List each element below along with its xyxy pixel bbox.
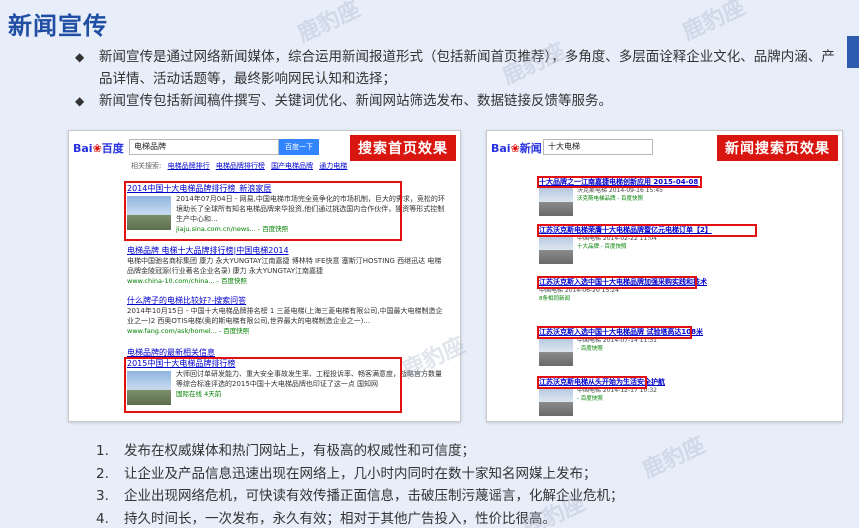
news-thumbnail xyxy=(539,338,573,366)
news-thumbnail xyxy=(539,236,573,264)
news-url[interactable]: 8条相同新闻 xyxy=(539,295,759,303)
search-result: 什么牌子的电梯比较好?-搜索问答 2014年10月15日 - 中国十大电梯品牌排… xyxy=(127,295,447,336)
page-title: 新闻宣传 xyxy=(8,12,108,40)
highlight-box xyxy=(537,376,647,389)
related-link[interactable]: 通力电梯 xyxy=(319,162,347,170)
bullet-text: 新闻宣传包括新闻稿件撰写、关键词优化、新闻网站筛选发布、数据链接反馈等服务。 xyxy=(99,93,612,109)
search-result: 电梯品牌 电梯十大品牌排行榜|中国电梯2014 电梯中国驰名商标集团 康力 永大… xyxy=(127,245,447,286)
search-input[interactable]: 电梯品牌 xyxy=(129,139,279,155)
search-button[interactable]: 百度一下 xyxy=(279,139,319,155)
watermark: 鹿豹座 xyxy=(293,0,365,48)
diamond-bullet-icon: ◆ xyxy=(75,50,85,64)
paw-icon: ❀ xyxy=(92,142,102,155)
highlight-box xyxy=(537,326,692,339)
highlight-box xyxy=(537,224,757,237)
effect-label: 新闻搜索页效果 xyxy=(717,135,838,161)
diamond-bullet-icon: ◆ xyxy=(75,94,85,108)
bullet-item: ◆ 新闻宣传是通过网络新闻媒体，综合运用新闻报道形式（包括新闻首页推荐），多角度… xyxy=(75,46,845,90)
result-url[interactable]: www.china-10.com/china... - 百度快照 xyxy=(127,276,447,286)
highlight-box xyxy=(537,176,702,188)
related-link[interactable]: 电梯品牌排行榜 xyxy=(216,162,265,170)
bullet-item: ◆ 新闻宣传包括新闻稿件撰写、关键词优化、新闻网站筛选发布、数据链接反馈等服务。 xyxy=(75,90,845,112)
highlight-box xyxy=(124,181,402,241)
result-url[interactable]: www.fang.com/ask/homel... - 百度快照 xyxy=(127,326,447,336)
list-item: 3. 企业出现网络危机，可快读有效传播正面信息，击破压制污蔑谣言，化解企业危机； xyxy=(96,488,624,504)
paw-icon: ❀ xyxy=(510,142,520,155)
result-title-link[interactable]: 什么牌子的电梯比较好?-搜索问答 xyxy=(127,295,447,306)
related-searches: 相关搜索: 电梯品牌排行 电梯品牌排行榜 国产电梯品牌 通力电梯 xyxy=(131,162,348,170)
result-title-link[interactable]: 电梯品牌 电梯十大品牌排行榜|中国电梯2014 xyxy=(127,245,447,256)
bullet-text: 新闻宣传是通过网络新闻媒体，综合运用新闻报道形式（包括新闻首页推荐），多角度、多… xyxy=(99,49,835,87)
list-item: 2. 让企业及产品信息迅速出现在网络上，几小时内同时在数十家知名网媒上发布； xyxy=(96,465,597,482)
watermark: 鹿豹座 xyxy=(678,0,750,46)
corner-accent xyxy=(847,36,859,68)
highlight-box xyxy=(537,276,697,289)
highlight-box xyxy=(124,357,402,413)
result-snippet: 2014年10月15日 - 中国十大电梯品牌排名榜 1 三菱电梯(上海三菱电梯有… xyxy=(127,307,443,325)
list-item: 4. 持久时间长，一次发布，永久有效；相对于其他广告投入，性价比很高。 xyxy=(96,510,556,527)
news-thumbnail xyxy=(539,188,573,216)
related-link[interactable]: 国产电梯品牌 xyxy=(271,162,313,170)
list-item: 1. 发布在权威媒体和热门网站上，有极高的权威性和可信度； xyxy=(96,443,475,459)
related-link[interactable]: 电梯品牌排行 xyxy=(168,162,210,170)
baidu-news-logo: Bai❀新闻 xyxy=(491,142,542,155)
benefits-list: 1. 发布在权威媒体和热门网站上，有极高的权威性和可信度； 2. 让企业及产品信息迅… xyxy=(96,440,816,528)
effect-label: 搜索首页效果 xyxy=(350,135,456,161)
intro-bullets: ◆ 新闻宣传是通过网络新闻媒体，综合运用新闻报道形式（包括新闻首页推荐），多角度… xyxy=(75,46,845,112)
news-thumbnail xyxy=(539,388,573,416)
baidu-search-screenshot: Bai❀百度 电梯品牌 百度一下 搜索首页效果 相关搜索: 电梯品牌排行 电梯品… xyxy=(68,130,461,422)
baidu-news-screenshot: Bai❀新闻 十大电梯 新闻搜索页效果 十大品牌之一江南嘉捷电梯创新应用 201… xyxy=(486,130,843,422)
news-search-input[interactable]: 十大电梯 xyxy=(543,139,653,155)
result-snippet: 电梯中国驰名商标集团 康力 永大YUNGTAY江南嘉捷 博林特 IFE快意 塞斯… xyxy=(127,257,442,275)
baidu-logo: Bai❀百度 xyxy=(73,142,124,155)
